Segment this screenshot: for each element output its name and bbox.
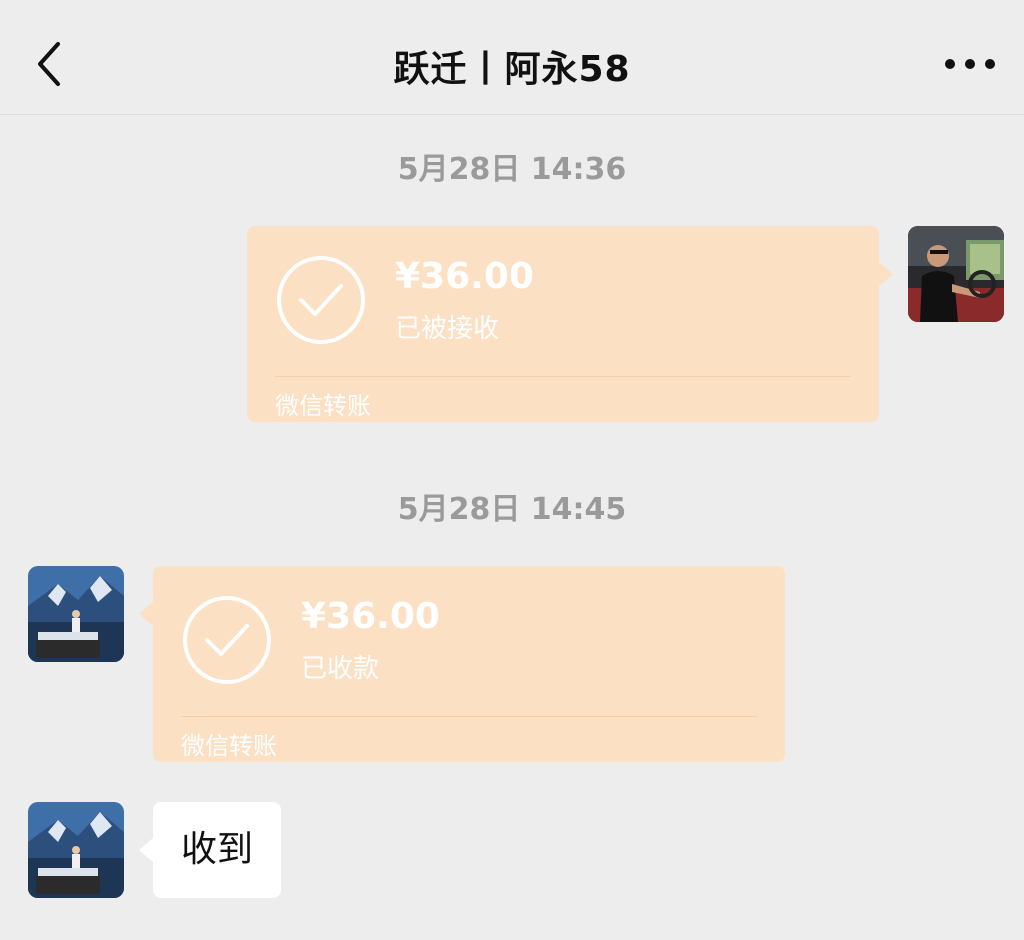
divider bbox=[181, 716, 757, 717]
transfer-amount: ¥36.00 bbox=[395, 256, 534, 297]
transfer-label: 微信转账 bbox=[275, 392, 371, 420]
bubble-tail bbox=[139, 838, 153, 862]
nav-bar: 跃迁丨阿永58 bbox=[0, 0, 1024, 115]
transfer-card-sent[interactable]: ¥36.00 已被接收 微信转账 bbox=[247, 226, 879, 422]
avatar-image bbox=[28, 802, 124, 898]
message-timestamp: 5月28日 14:45 bbox=[397, 492, 627, 527]
divider bbox=[275, 376, 851, 377]
avatar-contact[interactable] bbox=[28, 566, 124, 662]
avatar-contact[interactable] bbox=[28, 802, 124, 898]
avatar-image bbox=[28, 566, 124, 662]
check-circle-icon bbox=[277, 256, 365, 344]
avatar-image bbox=[908, 226, 1004, 322]
check-circle-icon bbox=[183, 596, 271, 684]
chat-title: 跃迁丨阿永58 bbox=[393, 49, 631, 90]
transfer-card-received[interactable]: ¥36.00 已收款 微信转账 bbox=[153, 566, 785, 762]
bubble-tail bbox=[879, 262, 893, 286]
transfer-status: 已被接收 bbox=[395, 314, 500, 344]
bubble-tail bbox=[139, 602, 153, 626]
avatar-self[interactable] bbox=[908, 226, 1004, 322]
transfer-amount: ¥36.00 bbox=[301, 596, 440, 637]
transfer-status: 已收款 bbox=[301, 654, 380, 684]
message-timestamp: 5月28日 14:36 bbox=[397, 152, 627, 187]
more-icon bbox=[945, 59, 995, 69]
text-message-bubble[interactable]: 收到 bbox=[153, 802, 282, 898]
transfer-label: 微信转账 bbox=[181, 732, 277, 760]
more-button[interactable] bbox=[942, 52, 998, 76]
